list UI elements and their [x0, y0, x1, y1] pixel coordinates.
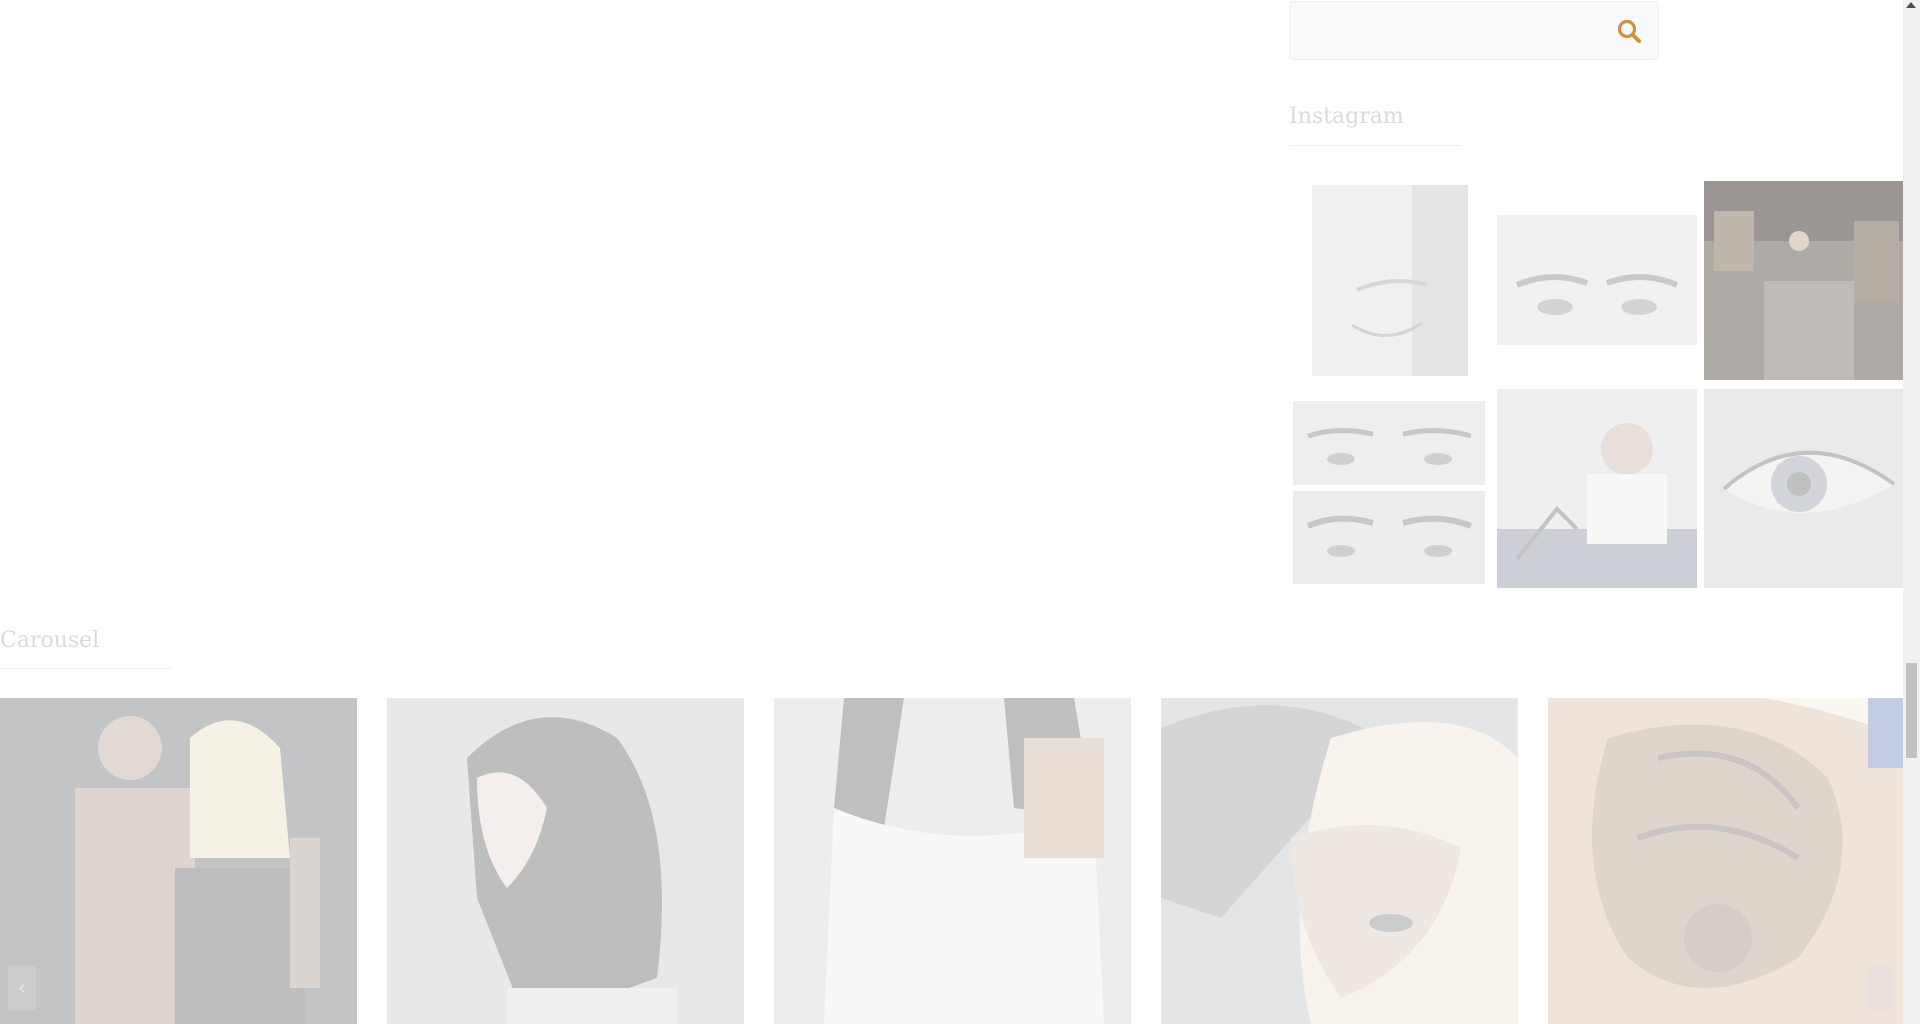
chevron-left-icon: ‹ — [17, 975, 27, 1001]
page-scrollbar[interactable] — [1903, 0, 1920, 1024]
instagram-photo-eye-closeup[interactable] — [1704, 389, 1904, 588]
search-input[interactable] — [1290, 2, 1622, 59]
instagram-title: Instagram — [1289, 104, 1404, 129]
carousel-slide-white-top[interactable] — [774, 698, 1131, 1024]
carousel-next-button[interactable]: › — [1866, 966, 1894, 1010]
carousel-slide-couple[interactable] — [0, 698, 357, 1024]
search-form — [1289, 1, 1659, 60]
search-icon — [1617, 19, 1641, 43]
carousel-slide-back-tattoo[interactable] — [1548, 698, 1905, 1024]
instagram-photo-tattoo-artist[interactable] — [1497, 389, 1697, 588]
carousel-prev-button[interactable]: ‹ — [8, 966, 36, 1010]
before-after-photo — [1293, 401, 1485, 584]
carousel-title-underline — [0, 668, 172, 669]
white-top-photo — [774, 698, 1131, 1024]
carousel-slide-profile[interactable] — [387, 698, 744, 1024]
back-tattoo-photo — [1548, 698, 1905, 1024]
instagram-photo-eyebrows[interactable] — [1497, 215, 1697, 345]
carousel-title: Carousel — [0, 628, 100, 653]
scroll-up-arrow-icon[interactable] — [1906, 2, 1916, 8]
instagram-photo-closed-eye[interactable] — [1312, 185, 1468, 376]
instagram-photo-tattoo-studio[interactable] — [1704, 181, 1904, 380]
eyebrows-photo — [1497, 215, 1697, 345]
blonde-photo — [1161, 698, 1518, 1024]
eye-closeup-photo — [1704, 389, 1904, 588]
couple-photo — [0, 698, 357, 1024]
search-button[interactable] — [1612, 14, 1646, 48]
tattoo-studio-photo — [1704, 181, 1904, 380]
chevron-right-icon: › — [1875, 975, 1885, 1001]
tattoo-artist-photo — [1497, 389, 1697, 588]
instagram-title-underline — [1289, 145, 1461, 146]
profile-photo — [387, 698, 744, 1024]
scrollbar-thumb[interactable] — [1906, 663, 1917, 758]
closed-eye-photo — [1312, 185, 1468, 376]
carousel-slide-blonde[interactable] — [1161, 698, 1518, 1024]
instagram-photo-eyebrows-before-after[interactable] — [1293, 401, 1485, 584]
